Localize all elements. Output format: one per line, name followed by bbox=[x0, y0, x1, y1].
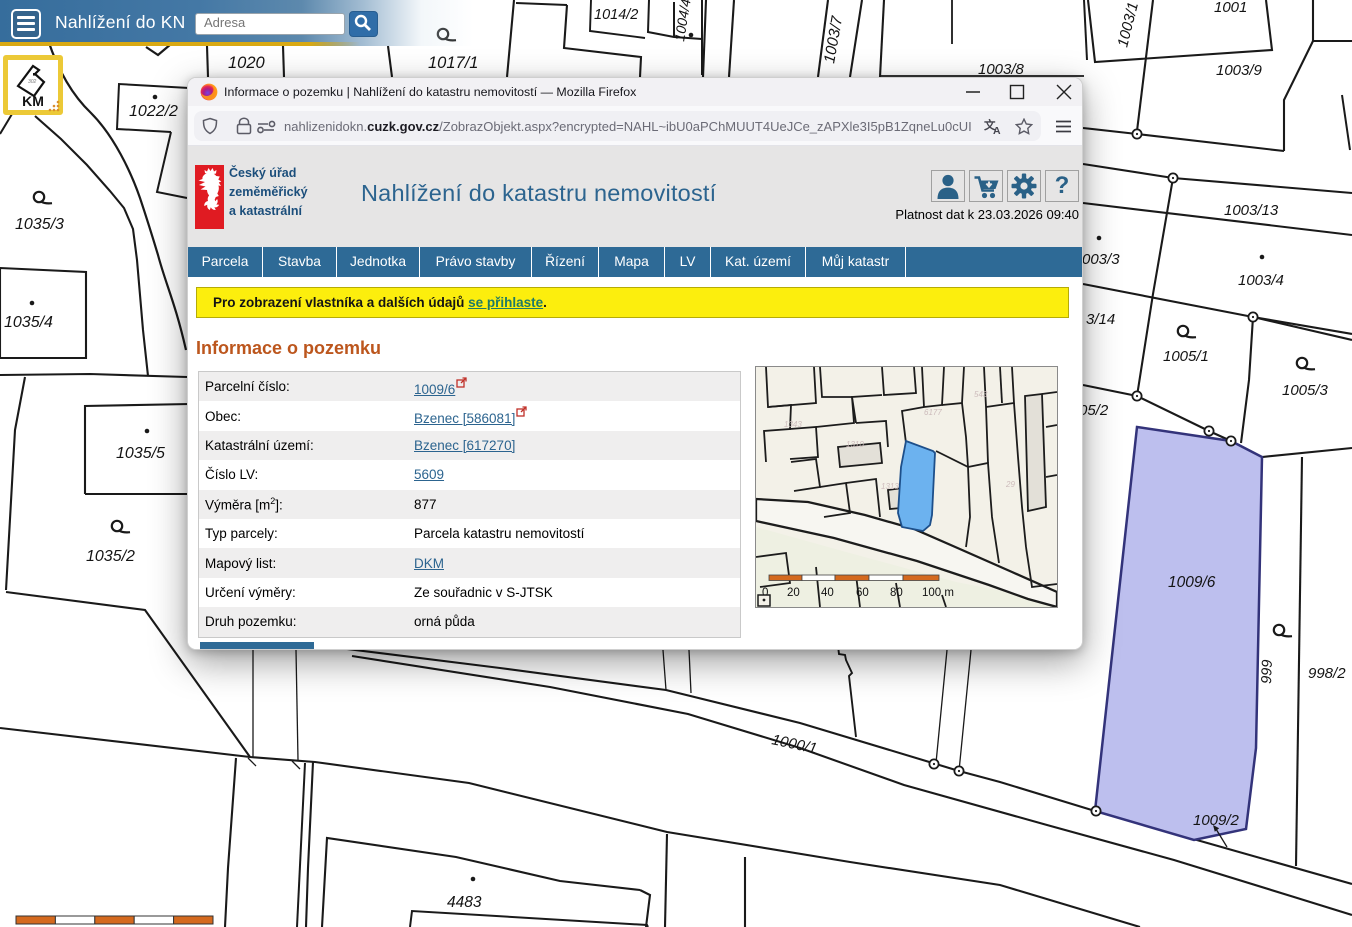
svg-text:100 m: 100 m bbox=[922, 587, 954, 599]
svg-text:998/2: 998/2 bbox=[1308, 665, 1346, 682]
svg-text:1313: 1313 bbox=[881, 482, 899, 491]
svg-text:1035/4: 1035/4 bbox=[4, 314, 53, 331]
svg-text:1343: 1343 bbox=[784, 420, 802, 429]
svg-text:1001: 1001 bbox=[1214, 0, 1247, 16]
svg-text:60: 60 bbox=[856, 587, 869, 599]
svg-text:3/14: 3/14 bbox=[1086, 311, 1115, 328]
svg-text:543: 543 bbox=[974, 390, 988, 399]
svg-text:1005/3: 1005/3 bbox=[1282, 382, 1329, 399]
svg-text:1003/13: 1003/13 bbox=[1224, 202, 1279, 219]
svg-text:999: 999 bbox=[1259, 659, 1276, 684]
svg-text:80: 80 bbox=[890, 587, 903, 599]
svg-text:1005/1: 1005/1 bbox=[1163, 348, 1209, 365]
svg-text:29: 29 bbox=[1005, 480, 1015, 489]
svg-text:1310: 1310 bbox=[846, 440, 864, 449]
svg-text:003/3: 003/3 bbox=[1082, 251, 1120, 268]
svg-text:05/2: 05/2 bbox=[1079, 402, 1109, 419]
svg-text:1009/6: 1009/6 bbox=[1168, 574, 1216, 591]
svg-text:1035/5: 1035/5 bbox=[116, 445, 165, 462]
svg-text:6177: 6177 bbox=[924, 408, 942, 417]
svg-text:1022/2: 1022/2 bbox=[129, 103, 178, 120]
svg-text:1003/4: 1003/4 bbox=[1238, 272, 1284, 289]
svg-text:1035/3: 1035/3 bbox=[15, 216, 64, 233]
svg-text:1009/2: 1009/2 bbox=[1193, 812, 1240, 829]
svg-text:1020: 1020 bbox=[228, 54, 266, 72]
svg-text:1035/2: 1035/2 bbox=[86, 548, 135, 565]
svg-text:1017/1: 1017/1 bbox=[428, 54, 478, 72]
svg-text:A: A bbox=[993, 125, 1001, 135]
svg-text:20: 20 bbox=[787, 587, 800, 599]
svg-text:302: 302 bbox=[28, 79, 37, 85]
svg-text:1003/8: 1003/8 bbox=[978, 61, 1025, 78]
svg-text:40: 40 bbox=[821, 587, 834, 599]
svg-text:4483: 4483 bbox=[447, 894, 482, 911]
svg-text:1014/2: 1014/2 bbox=[594, 7, 638, 23]
svg-text:1003/9: 1003/9 bbox=[1216, 62, 1263, 79]
